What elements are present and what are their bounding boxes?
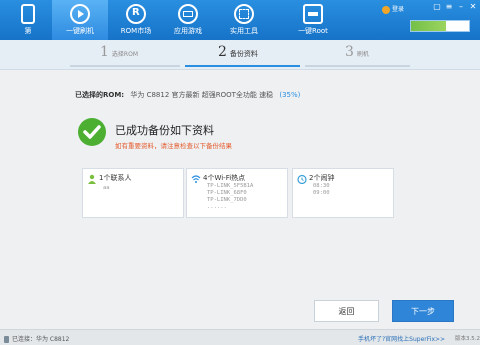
step-number: 1	[100, 44, 109, 60]
step-2: 2 备份资料	[218, 44, 258, 60]
progress-bar	[410, 20, 470, 32]
step-1: 1 选择ROM	[100, 44, 138, 60]
step-3: 3 刷机	[345, 44, 369, 60]
status-bar: 已连接：华为 C8812 手机坏了?官网找上SuperFix>> 版本3.5.2	[0, 329, 480, 345]
nav-item-rom-market[interactable]: R ROM市场	[108, 0, 164, 40]
skin-icon[interactable]: ▢	[432, 2, 442, 11]
device-status: 已连接：华为 C8812	[4, 334, 69, 343]
contact-icon	[88, 174, 96, 184]
backup-card-wifi: 4个Wi-Fi热点 TP-LINK_5F5B1A TP-LINK_68F0 TP…	[186, 168, 288, 218]
card-title: 4个Wi-Fi热点	[203, 174, 246, 182]
top-nav-bar: 第 一键刷机 R ROM市场 应用游戏 实用工具 一键Root 登录 ▢ ≡ –…	[0, 0, 480, 40]
menu-icon[interactable]: ≡	[444, 2, 454, 11]
root-icon	[303, 4, 323, 24]
user-icon	[382, 5, 390, 14]
success-check-icon	[78, 118, 106, 146]
nav-label: ROM市场	[120, 27, 152, 35]
success-title: 已成功备份如下资料	[115, 124, 214, 137]
superfix-link[interactable]: 手机坏了?官网找上SuperFix>>	[358, 334, 445, 343]
wifi-icon	[191, 175, 201, 183]
minimize-icon[interactable]: –	[456, 2, 466, 11]
close-icon[interactable]: ✕	[468, 2, 478, 11]
nav-item-phone[interactable]: 第	[0, 0, 56, 40]
rom-percent: (35%)	[279, 91, 301, 99]
step-label: 刷机	[356, 51, 369, 58]
device-label: 已连接：华为 C8812	[12, 336, 70, 343]
flash-play-icon	[70, 4, 90, 24]
card-title: 1个联系人	[99, 174, 132, 182]
alarm-icon	[297, 174, 307, 184]
card-line: TP-LINK_68F0	[207, 190, 247, 196]
next-button[interactable]: 下一步	[392, 300, 454, 322]
progress-fill	[411, 21, 446, 31]
step-label: 备份资料	[229, 50, 258, 58]
nav-item-root[interactable]: 一键Root	[285, 0, 341, 40]
backup-card-contacts: 1个联系人 aa	[82, 168, 184, 218]
card-line: 08:30	[313, 183, 330, 189]
card-line: TP-LINK_7DD0	[207, 197, 247, 203]
nav-item-apps[interactable]: 应用游戏	[160, 0, 216, 40]
nav-item-tools[interactable]: 实用工具	[216, 0, 272, 40]
version-label: 版本3.5.2	[455, 336, 480, 342]
nav-label: 应用游戏	[174, 27, 202, 35]
nav-item-flash[interactable]: 一键刷机	[52, 0, 108, 40]
card-title: 2个闹钟	[309, 174, 335, 182]
step-indicator: 1 选择ROM 2 备份资料 3 刷机	[0, 40, 480, 70]
rom-description: 华为 C8812 官方最新 超强ROOT全功能 速稳	[130, 91, 274, 99]
selected-rom-row: 已选择的ROM: 华为 C8812 官方最新 超强ROOT全功能 速稳 (35%…	[75, 90, 300, 100]
nav-label: 一键Root	[298, 27, 328, 35]
rom-market-icon: R	[126, 4, 146, 24]
step-number: 2	[218, 44, 227, 60]
header-right: 登录 ▢ ≡ – ✕	[380, 0, 480, 40]
tools-icon	[234, 4, 254, 24]
back-button[interactable]: 返回	[314, 300, 379, 322]
step-line-3	[305, 65, 410, 67]
nav-label: 第	[24, 27, 32, 35]
step-line-1	[70, 65, 180, 67]
success-subtitle: 如有重要资料，请注意检查以下备份结果	[115, 142, 232, 150]
nav-label: 一键刷机	[66, 27, 94, 35]
device-icon	[4, 336, 9, 343]
card-line: TP-LINK_5F5B1A	[207, 183, 254, 189]
step-line-2	[185, 65, 300, 67]
login-link[interactable]: 登录	[382, 4, 404, 14]
rom-label: 已选择的ROM:	[75, 91, 125, 99]
card-line: ......	[207, 204, 227, 210]
step-number: 3	[345, 44, 354, 60]
card-line: 09:00	[313, 190, 330, 196]
phone-icon	[21, 4, 35, 24]
step-label: 选择ROM	[111, 51, 138, 58]
card-line: aa	[103, 185, 110, 191]
login-label: 登录	[392, 6, 405, 13]
backup-card-alarms: 2个闹钟 08:30 09:00	[292, 168, 394, 218]
apps-games-icon	[178, 4, 198, 24]
nav-label: 实用工具	[230, 27, 258, 35]
